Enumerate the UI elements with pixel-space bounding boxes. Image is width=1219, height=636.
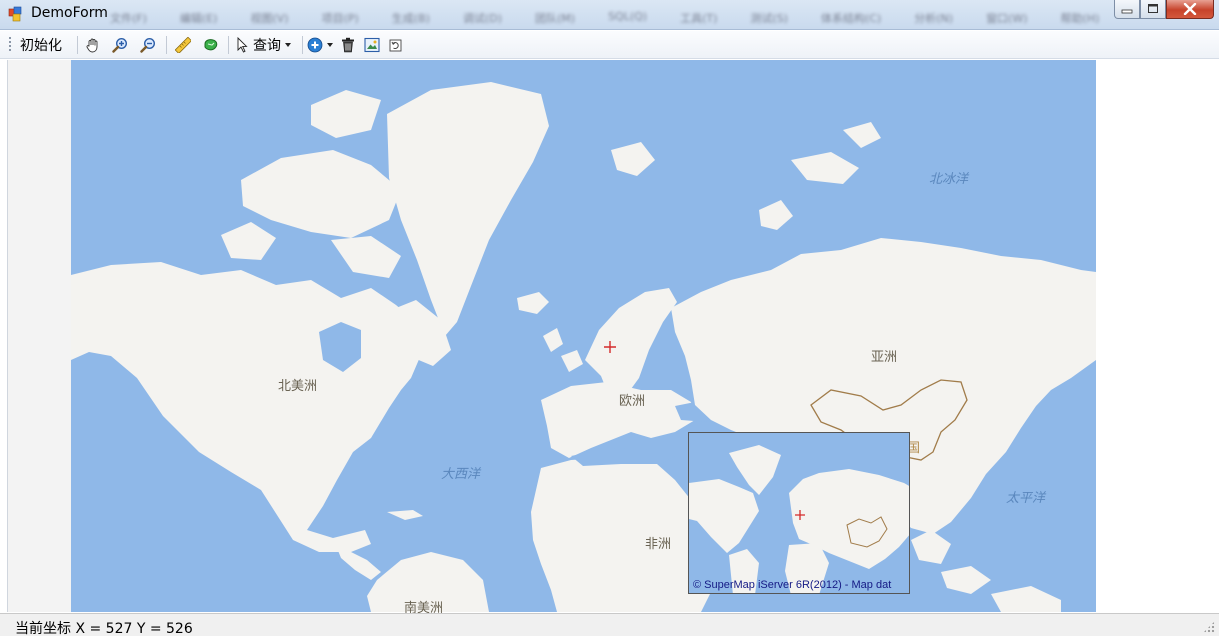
add-layer-dropdown[interactable] [307,35,333,55]
background-menu-item: 帮助(H) [1060,12,1100,25]
background-menu-item: 调试(D) [462,12,502,25]
background-menu-item: 体系结构(C) [820,12,882,25]
maximize-icon [1148,4,1158,13]
copyright-text: © SuperMap iServer 6R(2012) - Map dat [693,579,892,591]
maximize-button[interactable] [1140,0,1166,19]
background-menu-item: 窗口(W) [986,12,1028,25]
label-arctic-ocean: 北冰洋 [929,172,969,187]
measure-ruler-icon [175,37,191,53]
world-map[interactable]: 北美洲 南美洲 欧洲 亚洲 非洲 国 北冰洋 大西洋 太平洋 © SuperMa… [71,60,1096,616]
init-button[interactable]: 初始化 [20,35,62,55]
clear-button[interactable] [340,35,356,55]
background-menu-item: 项目(P) [321,12,359,25]
app-icon [8,6,22,22]
minimize-icon [1121,9,1133,14]
full-extent-icon [364,37,380,53]
label-atlantic-ocean: 大西洋 [441,467,481,482]
background-menu-item: 测试(S) [750,12,788,25]
background-menu-item: SQL(Q) [608,10,648,23]
left-panel [8,60,71,612]
overview-canvas[interactable] [689,433,910,594]
chevron-down-icon [285,43,291,47]
overview-map[interactable]: © SuperMap iServer 6R(2012) - Map dat [688,432,910,594]
measure-area-button[interactable] [203,35,219,55]
measure-area-icon [204,39,218,51]
label-pacific-ocean: 太平洋 [1006,491,1046,506]
toolbar-separator [166,36,167,54]
background-menu-item: 分析(N) [914,12,954,25]
background-menu-item: 视图(V) [250,12,289,25]
chevron-down-icon [327,43,333,47]
close-icon [1183,3,1197,15]
clear-trash-icon [342,37,354,53]
select-pointer-icon [237,37,248,53]
map-canvas[interactable] [71,60,1096,612]
toolbar-separator [77,36,78,54]
label-asia: 亚洲 [871,350,898,365]
background-menu-item: 工具(T) [680,12,718,25]
zoom-out-icon [140,37,156,53]
map-container: 北美洲 南美洲 欧洲 亚洲 非洲 国 北冰洋 大西洋 太平洋 © SuperMa… [7,60,1213,616]
toolbar: 初始化 查询 [0,31,1219,59]
refresh-button[interactable] [388,35,404,55]
refresh-icon [389,39,402,52]
label-africa: 非洲 [645,537,672,552]
pan-button[interactable] [85,35,101,55]
title-bar[interactable]: DemoForm 文件(F) 编辑(E) 视图(V) 项目(P) 生成(B) 调试(D) 团… [0,0,1219,30]
background-menu-item: 文件(F) [110,12,147,25]
query-dropdown[interactable]: 查询 [234,35,291,55]
toolbar-separator [302,36,303,54]
close-button[interactable] [1166,0,1214,19]
measure-distance-button[interactable] [175,35,191,55]
window-title: DemoForm [31,5,108,21]
zoom-out-button[interactable] [140,35,156,55]
status-bar: 当前坐标 X = 527 Y = 526 [0,613,1219,636]
toolbar-grip[interactable] [9,37,11,53]
minimize-button[interactable] [1114,0,1140,19]
background-menu-item: 生成(B) [391,12,430,25]
background-menu-item: 团队(M) [535,12,576,25]
label-north-america: 北美洲 [278,379,318,394]
coordinate-readout: 当前坐标 X = 527 Y = 526 [15,621,193,636]
label-europe: 欧洲 [619,394,646,409]
full-extent-button[interactable] [364,35,380,55]
zoom-in-button[interactable] [112,35,128,55]
toolbar-separator [228,36,229,54]
pan-hand-icon [86,38,98,53]
zoom-in-icon [112,37,128,53]
resize-grip-icon[interactable] [1203,621,1215,633]
background-menu-item: 编辑(E) [179,12,218,25]
add-layer-icon [307,37,323,53]
background-menu-blurred: 文件(F) 编辑(E) 视图(V) 项目(P) 生成(B) 调试(D) 团队(M) SQL(Q… [110,10,1132,26]
